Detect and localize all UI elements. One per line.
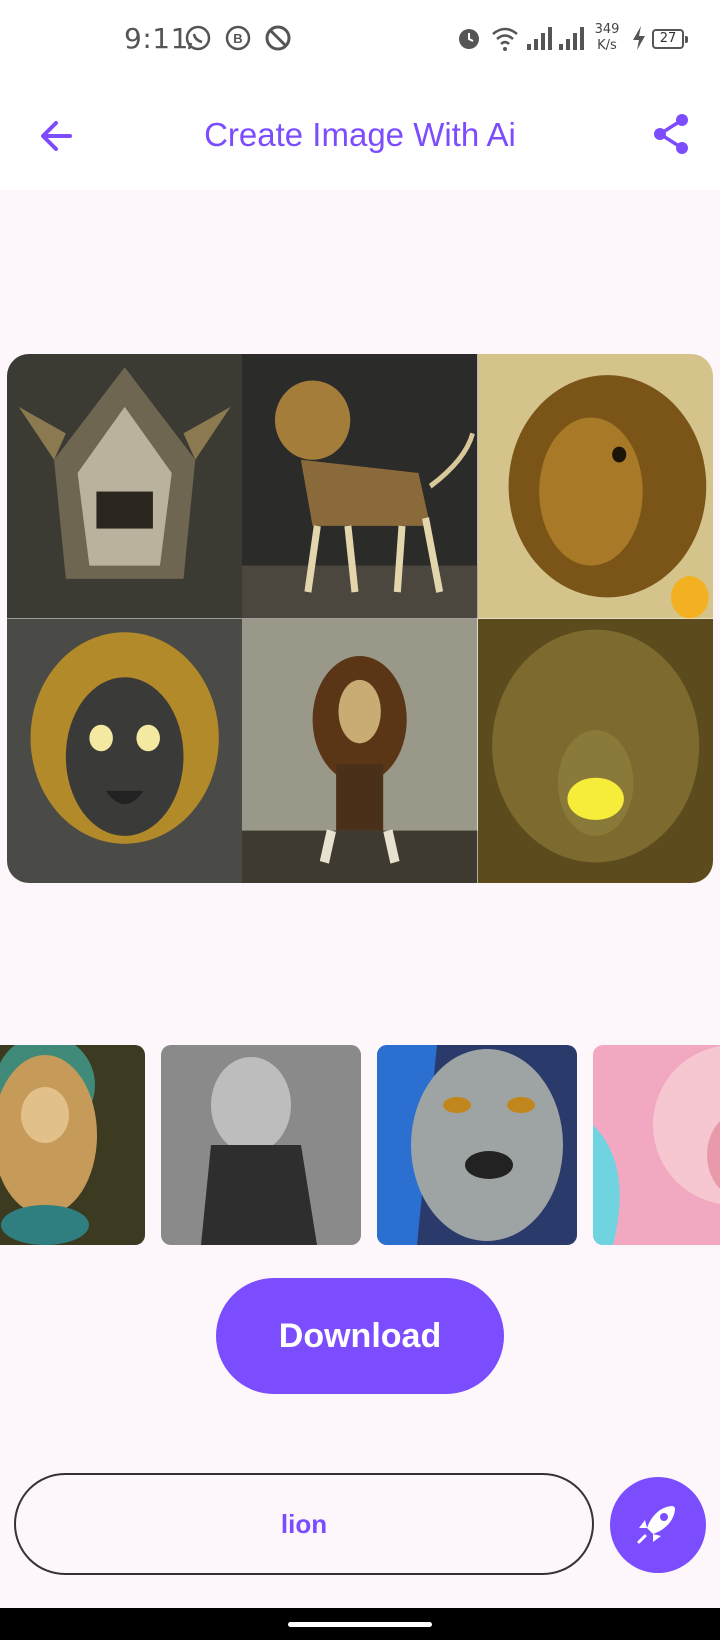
page-title: Create Image With Ai xyxy=(204,116,516,153)
masked-lion-image[interactable] xyxy=(7,618,243,883)
signal-icon xyxy=(526,24,552,56)
style-thumbnail-carousel[interactable] xyxy=(0,1045,720,1245)
b-icon: B xyxy=(224,24,252,56)
navigation-bar xyxy=(0,1608,720,1640)
network-speed: 349 K/s xyxy=(594,22,620,53)
no-disturb-icon xyxy=(264,24,292,56)
standing-lion-image[interactable] xyxy=(242,618,478,883)
signal-icon xyxy=(558,24,584,56)
generated-image-grid[interactable] xyxy=(7,354,713,883)
status-bar: 9:11 B 349 K/s 27 xyxy=(0,0,720,80)
app-bar: Create Image With Ai xyxy=(0,80,720,190)
rocket-icon xyxy=(633,1498,683,1552)
lion-skull-image[interactable] xyxy=(7,354,243,619)
download-button[interactable]: Download xyxy=(216,1278,504,1394)
glowing-lion-image[interactable] xyxy=(477,618,713,883)
wifi-icon xyxy=(490,24,520,56)
alarm-icon xyxy=(456,24,482,56)
share-button[interactable] xyxy=(648,110,696,158)
whatsapp-icon xyxy=(184,24,212,56)
status-time: 9:11 xyxy=(124,22,189,55)
pink-lion-thumbnail[interactable] xyxy=(593,1045,720,1245)
svg-text:B: B xyxy=(233,31,242,46)
lion-skeleton-image[interactable] xyxy=(242,354,478,619)
charging-icon xyxy=(630,24,648,56)
gray-lion-warrior-thumbnail[interactable] xyxy=(161,1045,361,1245)
ornate-lion-thumbnail[interactable] xyxy=(0,1045,145,1245)
prompt-input[interactable]: lion xyxy=(14,1473,594,1575)
battery-level: 27 xyxy=(652,29,688,49)
golden-lion-painting-image[interactable] xyxy=(477,354,713,619)
share-icon xyxy=(648,114,696,162)
prompt-value: lion xyxy=(280,1508,328,1539)
generate-button[interactable] xyxy=(610,1477,706,1573)
blue-lion-face-thumbnail[interactable] xyxy=(377,1045,577,1245)
home-gesture-handle[interactable] xyxy=(288,1622,432,1627)
